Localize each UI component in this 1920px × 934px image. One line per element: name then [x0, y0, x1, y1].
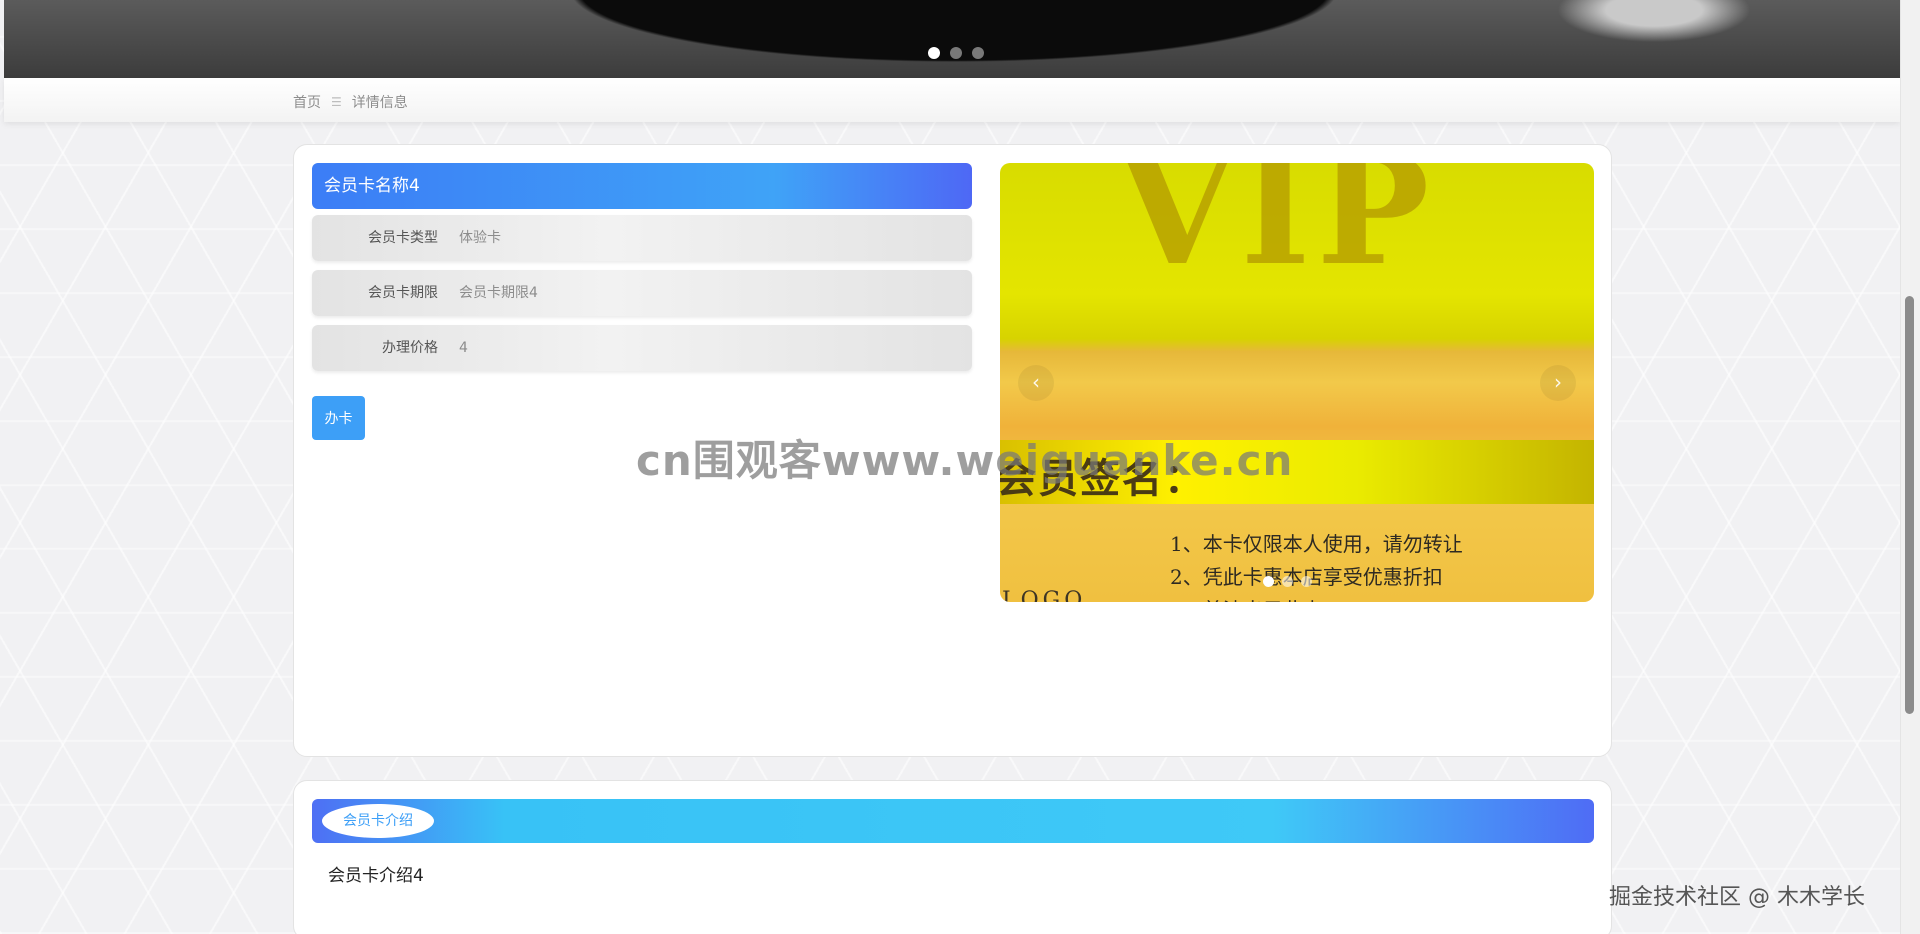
card-rule-line: 3、首油出示此卡	[1170, 594, 1323, 602]
banner-dot[interactable]	[972, 47, 984, 59]
field-label: 办理价格	[382, 340, 438, 356]
intro-header: 会员卡介绍	[312, 799, 1594, 843]
banner-dot[interactable]	[928, 47, 940, 59]
field-row-card-type: 会员卡类型 体验卡	[312, 215, 972, 261]
banner-indicators[interactable]	[928, 47, 984, 59]
carousel-dot[interactable]	[1282, 576, 1293, 587]
hero-banner	[4, 0, 1900, 78]
field-label: 会员卡期限	[368, 285, 438, 301]
card-logo-label: LOGO	[1002, 588, 1087, 602]
field-value: 会员卡期限4	[459, 285, 538, 301]
carousel-next-icon[interactable]: ›	[1540, 365, 1576, 401]
breadcrumb: 首页 ☰ 详情信息	[293, 92, 408, 112]
intro-content: 会员卡介绍4	[328, 866, 424, 886]
breadcrumb-separator-icon: ☰	[331, 95, 342, 109]
field-value: 体验卡	[459, 230, 501, 246]
breadcrumb-current: 详情信息	[351, 95, 408, 111]
breadcrumb-bar: 首页 ☰ 详情信息	[4, 78, 1900, 122]
card-title: 会员卡名称4	[312, 163, 972, 209]
scrollbar-thumb[interactable]	[1905, 296, 1914, 714]
intro-tab[interactable]: 会员卡介绍	[322, 804, 434, 838]
breadcrumb-home-link[interactable]: 首页	[293, 92, 321, 112]
corner-watermark: 掘金技术社区 @ 木木学长	[1609, 885, 1865, 910]
banner-dot[interactable]	[950, 47, 962, 59]
field-value: 4	[459, 340, 468, 356]
center-watermark: cn围观客www.weiguanke.cn	[636, 436, 1294, 485]
card-rule-line: 1、本卡仅限本人使用，请勿转让	[1170, 532, 1463, 556]
field-label: 会员卡类型	[368, 230, 438, 246]
vip-card-heading: VIP	[1118, 163, 1436, 299]
image-carousel[interactable]: VIP 会员签名： 1、本卡仅限本人使用，请勿转让 2、凭此卡惠本店享受优惠折扣…	[1000, 163, 1594, 602]
field-row-price: 办理价格 4	[312, 325, 972, 371]
intro-card: 会员卡介绍 会员卡介绍4	[293, 780, 1612, 934]
apply-card-button[interactable]: 办卡	[312, 396, 365, 440]
carousel-indicators[interactable]	[1263, 576, 1312, 587]
carousel-dot[interactable]	[1301, 576, 1312, 587]
carousel-prev-icon[interactable]: ‹	[1018, 365, 1054, 401]
field-row-card-period: 会员卡期限 会员卡期限4	[312, 270, 972, 316]
carousel-dot[interactable]	[1263, 576, 1274, 587]
